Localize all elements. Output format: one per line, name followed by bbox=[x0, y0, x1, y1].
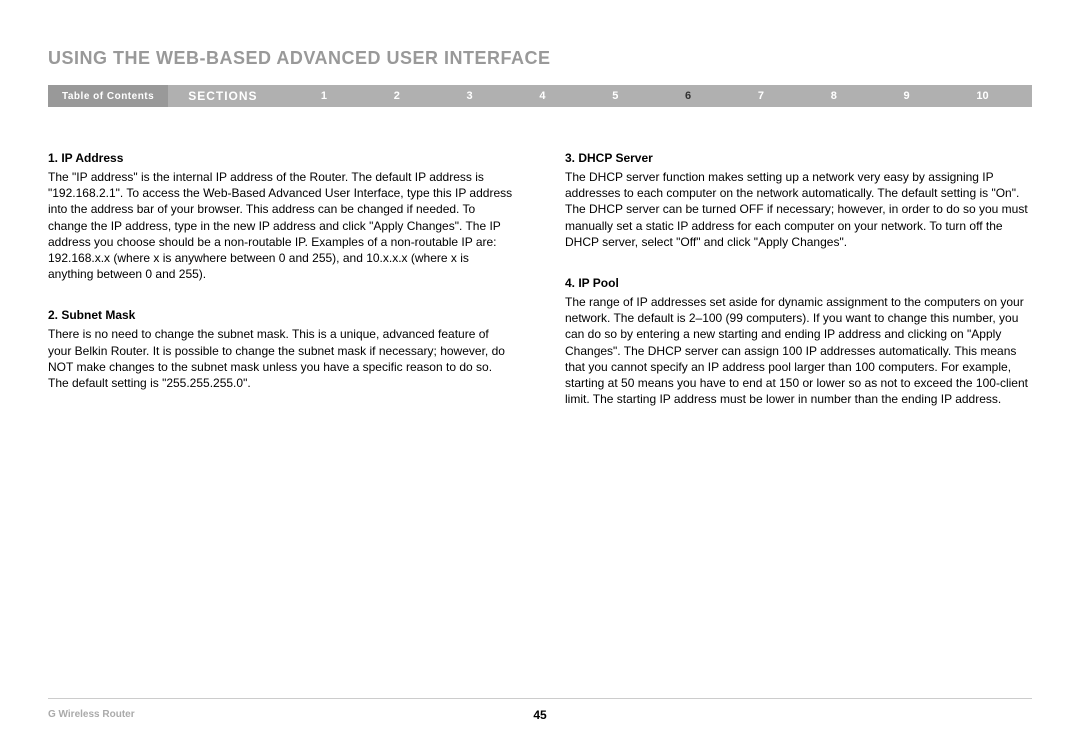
left-column: 1. IP Address The "IP address" is the in… bbox=[48, 151, 515, 433]
nav-section-5[interactable]: 5 bbox=[612, 90, 618, 102]
heading-ip-pool: 4. IP Pool bbox=[565, 276, 1032, 290]
text-ip-address: The "IP address" is the internal IP addr… bbox=[48, 169, 515, 282]
footer-page-number: 45 bbox=[533, 708, 546, 722]
nav-section-3[interactable]: 3 bbox=[467, 90, 473, 102]
content-area: 1. IP Address The "IP address" is the in… bbox=[48, 151, 1032, 433]
footer-product-name: G Wireless Router bbox=[48, 709, 135, 720]
heading-ip-address: 1. IP Address bbox=[48, 151, 515, 165]
nav-numbers-container: 1 2 3 4 5 6 7 8 9 10 bbox=[278, 90, 1032, 102]
heading-dhcp-server: 3. DHCP Server bbox=[565, 151, 1032, 165]
page-footer: G Wireless Router 45 bbox=[48, 698, 1032, 720]
section-subnet-mask: 2. Subnet Mask There is no need to chang… bbox=[48, 308, 515, 391]
nav-section-1[interactable]: 1 bbox=[321, 90, 327, 102]
nav-section-9[interactable]: 9 bbox=[904, 90, 910, 102]
nav-toc-link[interactable]: Table of Contents bbox=[48, 85, 168, 107]
text-dhcp-server: The DHCP server function makes setting u… bbox=[565, 169, 1032, 250]
nav-section-2[interactable]: 2 bbox=[394, 90, 400, 102]
nav-section-8[interactable]: 8 bbox=[831, 90, 837, 102]
text-subnet-mask: There is no need to change the subnet ma… bbox=[48, 326, 515, 391]
nav-section-7[interactable]: 7 bbox=[758, 90, 764, 102]
heading-subnet-mask: 2. Subnet Mask bbox=[48, 308, 515, 322]
page-title: USING THE WEB-BASED ADVANCED USER INTERF… bbox=[48, 48, 1032, 69]
nav-section-6[interactable]: 6 bbox=[685, 90, 691, 102]
section-nav-bar: Table of Contents SECTIONS 1 2 3 4 5 6 7… bbox=[48, 85, 1032, 107]
section-ip-address: 1. IP Address The "IP address" is the in… bbox=[48, 151, 515, 282]
nav-sections-label: SECTIONS bbox=[168, 89, 277, 103]
nav-section-4[interactable]: 4 bbox=[539, 90, 545, 102]
section-ip-pool: 4. IP Pool The range of IP addresses set… bbox=[565, 276, 1032, 407]
text-ip-pool: The range of IP addresses set aside for … bbox=[565, 294, 1032, 407]
section-dhcp-server: 3. DHCP Server The DHCP server function … bbox=[565, 151, 1032, 250]
nav-section-10[interactable]: 10 bbox=[976, 90, 988, 102]
right-column: 3. DHCP Server The DHCP server function … bbox=[565, 151, 1032, 433]
